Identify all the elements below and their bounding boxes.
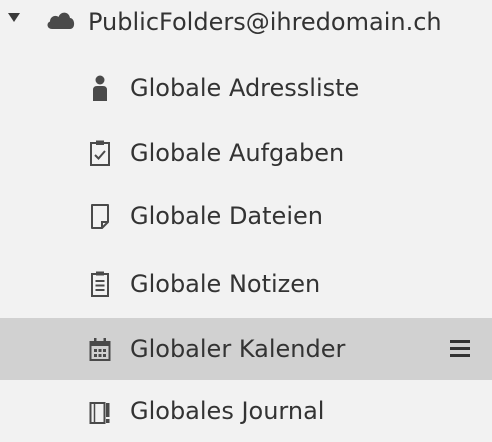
cloud-icon [47, 12, 75, 29]
task-checklist-icon [90, 140, 110, 166]
folder-item-label: Globale Notizen [130, 270, 321, 298]
folder-item-global-files[interactable]: Globale Dateien [0, 185, 492, 247]
folder-item-global-tasks[interactable]: Globale Aufgaben [0, 122, 492, 184]
expand-caret-icon[interactable] [8, 13, 20, 22]
folder-item-global-calendar[interactable]: Globaler Kalender [0, 318, 492, 380]
tree-root-public-folders[interactable]: PublicFolders@ihredomain.ch [0, 0, 492, 44]
folder-item-global-journal[interactable]: Globales Journal [0, 380, 492, 442]
journal-icon [89, 402, 110, 424]
folder-item-label: Globales Journal [130, 397, 325, 425]
notes-icon [91, 271, 109, 297]
calendar-icon [89, 338, 111, 361]
root-folder-label: PublicFolders@ihredomain.ch [88, 8, 442, 36]
folder-item-label: Globale Aufgaben [130, 139, 345, 167]
folder-item-label: Globale Dateien [130, 202, 323, 230]
hamburger-menu-icon[interactable] [448, 336, 474, 362]
person-icon [93, 75, 107, 101]
folder-item-global-address-list[interactable]: Globale Adressliste [0, 57, 492, 119]
file-icon [91, 204, 109, 229]
folder-tree: PublicFolders@ihredomain.ch Globale Adre… [0, 0, 492, 432]
folder-item-label: Globale Adressliste [130, 74, 360, 102]
folder-item-label: Globaler Kalender [130, 335, 346, 363]
folder-item-global-notes[interactable]: Globale Notizen [0, 253, 492, 315]
